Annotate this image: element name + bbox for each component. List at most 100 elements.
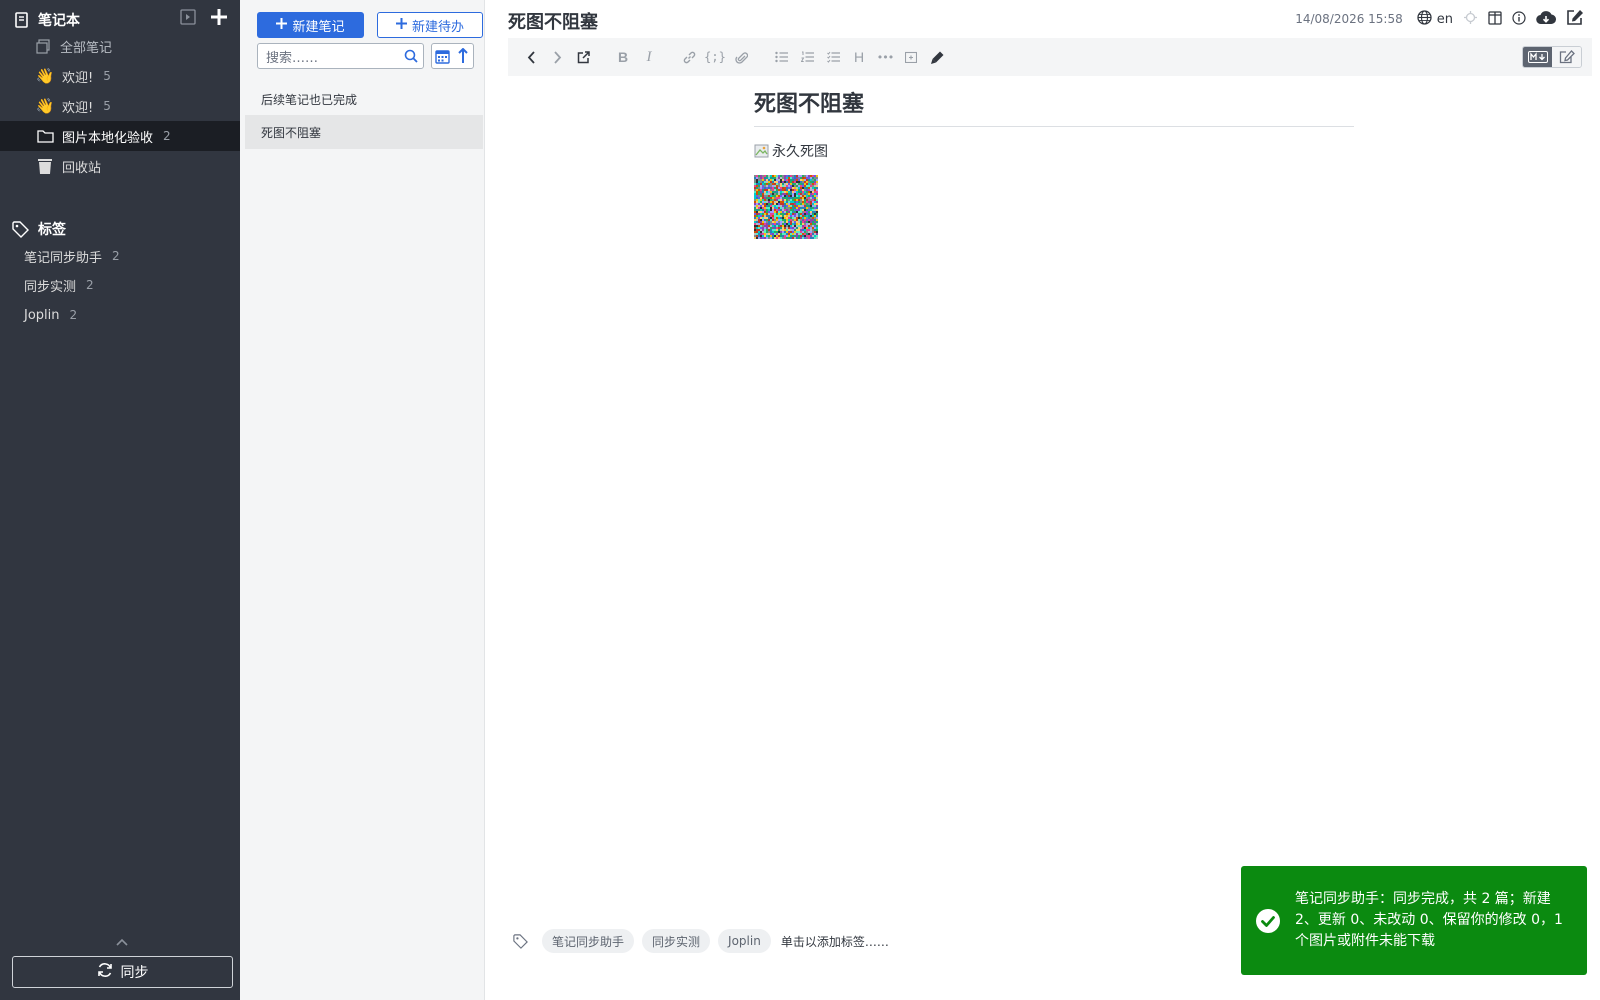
tag-icon [12,220,30,238]
search-placeholder: 搜索…… [266,50,319,66]
notebooks-header[interactable]: 笔记本 [0,6,240,34]
italic-icon[interactable]: I [636,44,662,70]
note-tag-pill[interactable]: Joplin [718,929,771,953]
sidebar: 笔记本 全部笔记 👋 欢迎! 5 👋 欢迎! 5 图片本地化验收 2 回收站 标… [0,0,240,1000]
plus-icon [395,17,407,33]
numbered-list-icon[interactable] [794,44,820,70]
sidebar-item-label: 全部笔记 [60,40,113,56]
sidebar-item-trash[interactable]: 回收站 [0,151,240,181]
code-icon[interactable]: {;} [702,44,728,70]
new-todo-label: 新建待办 [411,19,464,35]
heading-icon[interactable]: H [846,44,872,70]
toggle-editors-icon[interactable] [924,44,950,70]
tag-label: 笔记同步助手 [24,250,103,266]
markdown-viewer: 死图不阻塞 永久死图 [754,86,1354,239]
add-tags-hint[interactable]: 单击以添加标签…… [781,933,889,950]
sort-direction-icon[interactable] [453,44,474,68]
folder-icon [36,129,54,143]
new-note-label: 新建笔记 [292,19,345,35]
check-circle-icon [1256,908,1280,933]
language-selector[interactable]: en [1417,9,1453,29]
language-label: en [1436,11,1453,27]
info-icon[interactable] [1512,10,1526,28]
notebooks-header-label: 笔记本 [38,13,80,29]
attachment-icon[interactable] [728,44,754,70]
sync-complete-toast: 笔记同步助手：同步完成，共 2 篇；新建 2、更新 0、未改动 0、保留你的修改… [1241,866,1587,975]
broken-image: 永久死图 [754,141,1354,161]
note-title-field[interactable]: 死图不阻塞 [508,8,598,34]
insert-datetime-icon[interactable] [898,44,924,70]
external-edit-icon[interactable] [570,44,596,70]
note-list-item-selected[interactable]: 死图不阻塞 [245,115,483,149]
layout-toggle-icon[interactable] [1488,10,1502,28]
note-title: 死图不阻塞 [261,125,322,140]
note-tag-pill[interactable]: 同步实测 [642,929,711,953]
bold-icon[interactable]: B [610,44,636,70]
tag-count: 2 [69,308,78,322]
sidebar-tag-item[interactable]: Joplin 2 [0,301,240,329]
note-list-panel: 新建笔记 新建待办 搜索…… 后续笔记也已完成 死图不阻塞 [240,0,485,1000]
rich-text-mode-icon[interactable] [1552,47,1581,67]
sidebar-item-notebook[interactable]: 👋 欢迎! 5 [0,91,240,121]
chevron-up-icon[interactable] [112,938,132,952]
notebook-count: 2 [163,129,171,143]
globe-icon [1417,9,1432,29]
spellcheck-icon[interactable] [1463,10,1478,28]
sidebar-tag-item[interactable]: 笔记同步助手 2 [0,242,240,270]
plus-icon [276,17,288,33]
sidebar-item-label: 欢迎! [62,100,94,116]
sidebar-item-label: 图片本地化验收 [62,130,154,146]
edit-note-icon[interactable] [1566,9,1584,29]
search-icon[interactable] [399,49,423,63]
bulleted-list-icon[interactable] [768,44,794,70]
title-bar-actions: 14/08/2026 15:58 en [1295,9,1584,29]
trash-icon [36,158,54,175]
sidebar-item-label: 欢迎! [62,70,94,86]
editor-toolbar: B I {;} H ••• [508,38,1592,76]
search-input[interactable]: 搜索…… [257,43,424,69]
forward-icon[interactable] [544,44,570,70]
sync-button[interactable]: 同步 [12,956,233,988]
all-notes-icon [34,38,52,54]
sidebar-tag-item[interactable]: 同步实测 2 [0,271,240,299]
tag-count: 2 [86,278,94,292]
tag-label: 同步实测 [24,279,77,295]
notebook-icon [12,12,30,28]
back-icon[interactable] [518,44,544,70]
sidebar-item-all-notes[interactable]: 全部笔记 [0,32,240,60]
sidebar-item-label: 回收站 [62,160,102,176]
noise-image [754,175,818,239]
toggle-sidebar-icon[interactable] [180,9,196,29]
checklist-icon[interactable] [820,44,846,70]
tag-label: Joplin [24,307,60,323]
note-date: 14/08/2026 15:58 [1295,12,1403,26]
tags-header-label: 标签 [38,222,66,238]
tags-header[interactable]: 标签 [0,215,240,243]
new-note-button[interactable]: 新建笔记 [257,12,364,38]
note-tag-bar: 笔记同步助手 同步实测 Joplin 单击以添加标签…… [513,928,889,954]
sort-controls [431,43,474,69]
markdown-mode-icon[interactable] [1523,47,1552,67]
notebook-count: 5 [103,69,111,83]
add-notebook-icon[interactable] [210,8,228,30]
horizontal-rule-icon[interactable]: ••• [872,44,898,70]
tag-count: 2 [112,249,120,263]
tag-icon[interactable] [513,933,528,949]
sync-label: 同步 [120,965,149,981]
new-todo-button[interactable]: 新建待办 [377,12,483,38]
sidebar-item-notebook-selected[interactable]: 图片本地化验收 2 [0,121,240,151]
note-list-item[interactable]: 后续笔记也已完成 [245,82,483,116]
note-tag-pill[interactable]: 笔记同步助手 [542,929,635,953]
note-heading: 死图不阻塞 [754,86,1354,127]
link-icon[interactable] [676,44,702,70]
broken-image-alt: 永久死图 [772,144,828,160]
sidebar-item-notebook[interactable]: 👋 欢迎! 5 [0,61,240,91]
cloud-download-icon[interactable] [1536,10,1557,28]
calendar-icon[interactable] [432,44,453,68]
note-title: 后续笔记也已完成 [261,92,358,107]
waving-hand-icon: 👋 [35,67,55,85]
sync-icon [97,962,113,982]
toast-message: 笔记同步助手：同步完成，共 2 篇；新建 2、更新 0、未改动 0、保留你的修改… [1295,891,1563,949]
waving-hand-icon: 👋 [35,97,55,115]
notebook-count: 5 [103,99,111,113]
